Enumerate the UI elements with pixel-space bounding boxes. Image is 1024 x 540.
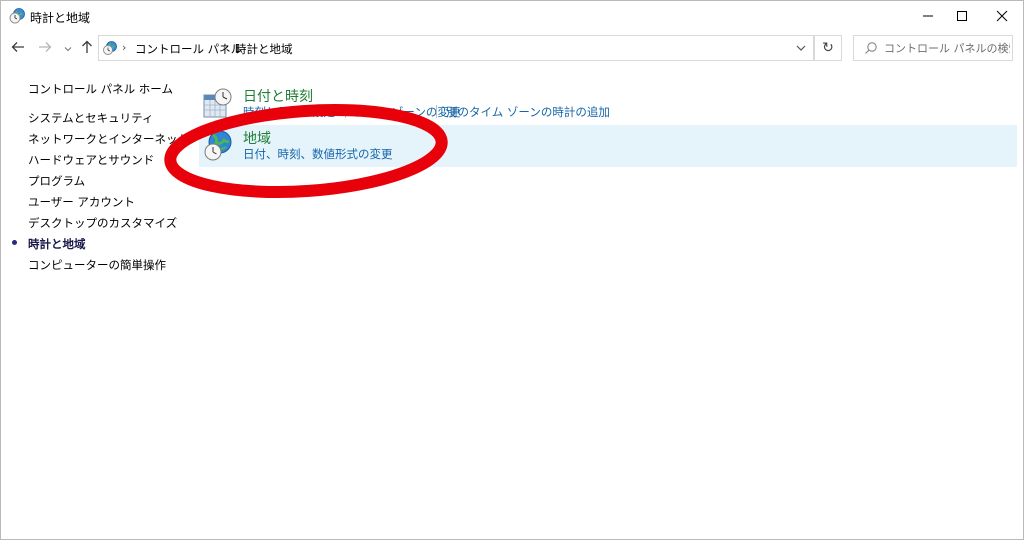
link-separator bbox=[345, 105, 346, 118]
calendar-clock-icon[interactable] bbox=[203, 87, 233, 121]
link-change-time-zone[interactable]: タイム ゾーンの変更 bbox=[354, 104, 460, 120]
search-box[interactable] bbox=[853, 35, 1013, 61]
title-bar: 時計と地域 bbox=[1, 1, 1023, 31]
sidebar-home-link[interactable]: コントロール パネル ホーム bbox=[28, 81, 173, 97]
forward-button[interactable] bbox=[36, 39, 54, 57]
sidebar-item-programs[interactable]: プログラム bbox=[28, 173, 85, 189]
refresh-icon: ↻ bbox=[822, 40, 834, 56]
sidebar-item-clock-region[interactable]: 時計と地域 bbox=[28, 236, 86, 252]
search-input[interactable] bbox=[884, 39, 1010, 57]
breadcrumb-separator-icon: › bbox=[222, 41, 227, 54]
current-item-bullet-icon bbox=[12, 240, 17, 245]
sidebar-item-ease-of-access[interactable]: コンピューターの簡単操作 bbox=[28, 257, 166, 273]
breadcrumb-clock-region[interactable]: 時計と地域 bbox=[235, 41, 293, 57]
close-button[interactable] bbox=[979, 1, 1024, 30]
arrow-up-icon bbox=[81, 40, 93, 57]
refresh-button[interactable]: ↻ bbox=[814, 35, 842, 61]
category-region[interactable]: 地域 日付、時刻、数値形式の変更 bbox=[199, 125, 1017, 167]
globe-clock-icon[interactable] bbox=[203, 129, 233, 163]
breadcrumb-separator-icon: › bbox=[122, 41, 127, 54]
chevron-down-icon bbox=[64, 41, 72, 55]
sidebar: コントロール パネル ホーム システムとセキュリティ ネットワークとインターネッ… bbox=[1, 65, 189, 535]
category-date-time: 日付と時刻 時刻と日付の設定 タイム ゾーンの変更 別のタイム ゾーンの時計の追… bbox=[199, 83, 1019, 123]
window-title: 時計と地域 bbox=[30, 11, 91, 25]
link-change-formats[interactable]: 日付、時刻、数値形式の変更 bbox=[243, 146, 393, 162]
main-content: 日付と時刻 時刻と日付の設定 タイム ゾーンの変更 別のタイム ゾーンの時計の追… bbox=[171, 65, 1023, 535]
link-add-clocks[interactable]: 別のタイム ゾーンの時計の追加 bbox=[446, 104, 610, 120]
navigation-bar: › コントロール パネル › 時計と地域 ↻ bbox=[1, 31, 1023, 65]
arrow-right-icon bbox=[38, 41, 52, 56]
search-icon bbox=[864, 41, 878, 55]
category-date-time-title[interactable]: 日付と時刻 bbox=[243, 86, 313, 106]
recent-locations-button[interactable] bbox=[62, 39, 74, 57]
sidebar-item-user-accounts[interactable]: ユーザー アカウント bbox=[28, 194, 135, 210]
back-button[interactable] bbox=[9, 39, 27, 57]
clock-globe-icon bbox=[9, 8, 25, 24]
sidebar-item-system-security[interactable]: システムとセキュリティ bbox=[28, 110, 153, 126]
category-region-title[interactable]: 地域 bbox=[243, 128, 271, 148]
arrow-left-icon bbox=[11, 41, 25, 56]
sidebar-item-hardware-sound[interactable]: ハードウェアとサウンド bbox=[28, 152, 154, 168]
link-separator bbox=[436, 105, 437, 118]
control-panel-icon bbox=[102, 40, 118, 56]
address-bar[interactable]: › コントロール パネル › 時計と地域 bbox=[98, 35, 814, 61]
sidebar-item-appearance[interactable]: デスクトップのカスタマイズ bbox=[28, 215, 177, 231]
sidebar-item-network[interactable]: ネットワークとインターネット bbox=[28, 131, 189, 147]
chevron-down-icon[interactable] bbox=[795, 42, 807, 54]
control-panel-window: 時計と地域 › コントロール パネル › 時計と地域 ↻ コントロール パネルの… bbox=[0, 0, 1024, 540]
up-button[interactable] bbox=[78, 39, 96, 57]
link-set-time-date[interactable]: 時刻と日付の設定 bbox=[243, 104, 335, 120]
